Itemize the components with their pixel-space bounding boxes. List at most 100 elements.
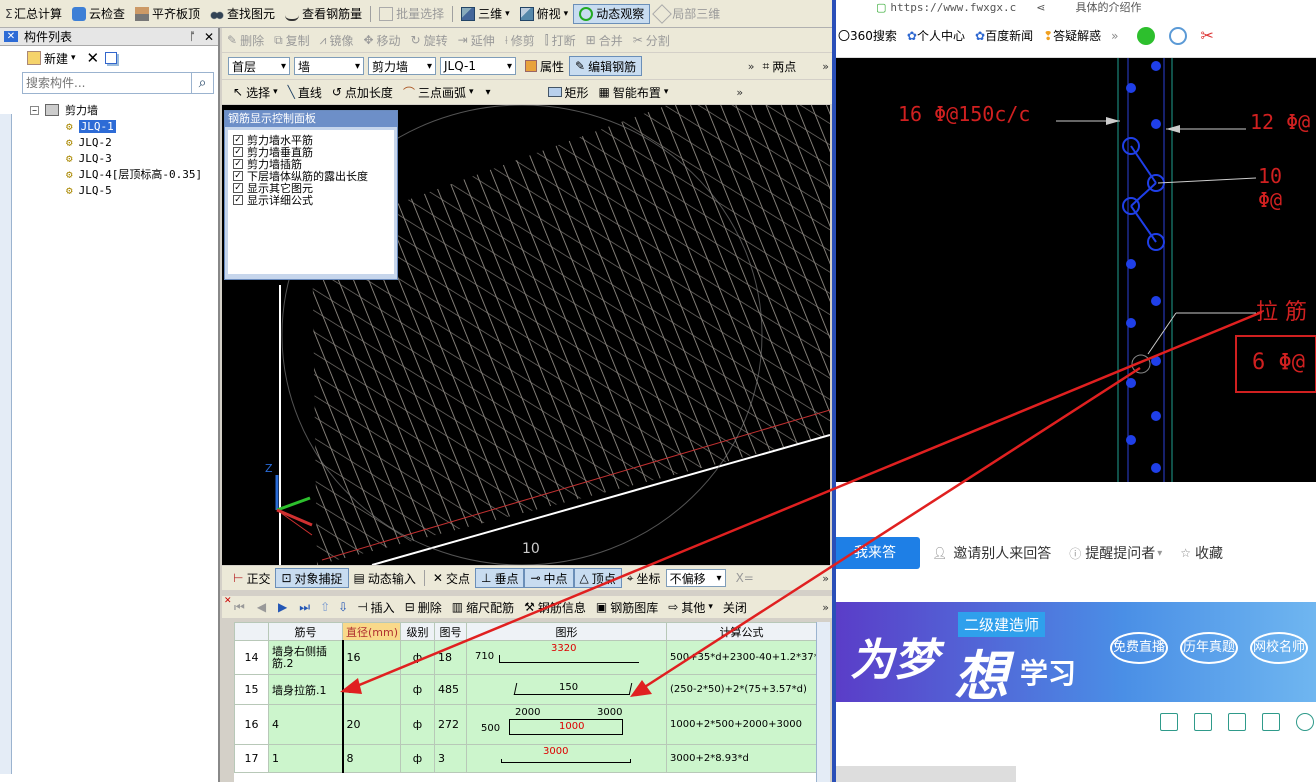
component-select[interactable]: JLQ-1 [440,57,516,75]
tree-item[interactable]: ⚙ JLQ-5 [30,182,218,198]
overflow-chevron-icon[interactable]: » [819,60,832,73]
top-view-button[interactable]: 俯视 ▾ [515,4,574,24]
point-length-button[interactable]: ↺ 点加长度 [327,82,398,102]
bookmark-item[interactable]: ✿百度新闻 [975,27,1033,44]
remind-link[interactable]: 提醒提问者 [1085,543,1155,563]
3d-view-button[interactable]: 三维 ▾ [456,4,515,24]
checkbox-checked-icon[interactable]: ✓ [233,135,243,145]
arc-option-select[interactable] [479,83,539,101]
two-points-button[interactable]: ⌗ 两点 [757,56,801,76]
trim-button[interactable]: ⟊ 修剪 [500,30,540,50]
perpendicular-button[interactable]: ⊥ 垂点 [474,568,525,588]
table-row[interactable]: 16 4 20 ф 272 2000 3000 500 1000 1000+2*… [234,704,817,745]
phone-icon[interactable] [1160,713,1178,731]
share-icon[interactable] [1262,713,1280,731]
save-icon[interactable] [1228,713,1246,731]
overflow-chevron-icon[interactable]: » [745,60,758,73]
rebar-library-button[interactable]: ▣ 钢筋图库 [591,597,663,617]
cell-grade[interactable]: ф [400,704,435,745]
ad-banner[interactable]: 二级建造师 为梦 想 学习 免费直播 历年真题 网校名师 [836,602,1316,708]
other-button[interactable]: ⇨ 其他 ▾ [663,597,718,617]
align-slab-top-button[interactable]: 平齐板顶 [130,4,205,24]
subtype-select[interactable]: 剪力墙 [368,57,436,75]
find-element-button[interactable]: 查找图元 [205,4,280,24]
cloud-check-button[interactable]: 云检查 [67,4,130,24]
grid-vertical-scrollbar[interactable] [816,622,830,782]
search-input[interactable] [22,72,192,94]
3d-viewport[interactable]: Z 10 钢筋显示控制面板 ✓ 剪力墙水平筋 ✓ 剪力墙垂直筋 ✓ 剪力墙插筋 ✓ 下层… [222,105,830,565]
next-record-icon[interactable]: ▶ [278,600,287,614]
edit-rebar-button[interactable]: ✎ 编辑钢筋 [569,56,643,76]
smart-layout-button[interactable]: ▦ 智能布置 ▾ [594,82,674,102]
dynamic-observe-button[interactable]: 动态观察 [573,3,651,24]
merge-button[interactable]: ⊞ 合并 [581,30,628,50]
midpoint-button[interactable]: ⊸ 中点 [524,568,574,588]
wechat-icon[interactable] [1136,26,1155,45]
cell-bar-name[interactable]: 1 [268,744,343,773]
checkbox-checked-icon[interactable]: ✓ [233,171,243,181]
rebar-info-button[interactable]: ⚒ 钢筋信息 [519,597,591,617]
cell-bar-name[interactable]: 4 [268,704,343,745]
floor-select[interactable]: 首层 [228,57,290,75]
close-small-icon[interactable]: ✕ [224,596,232,606]
move-up-icon[interactable]: ⇧ [320,600,330,614]
overflow-chevron-icon[interactable]: » [819,601,832,614]
vertex-button[interactable]: △ 顶点 [573,568,622,588]
bookmark-item[interactable]: ✿个人中心 [907,27,965,44]
bookmark-item[interactable]: 〇360搜索 [838,27,897,44]
offset-select[interactable]: 不偏移 [665,569,726,587]
rotate-button[interactable]: ↻ 旋转 [406,30,453,50]
close-icon[interactable]: ✕ [204,30,214,44]
cell-bar-name[interactable]: 墙身拉筋.1 [268,674,343,705]
bookmark-item[interactable]: ❢答疑解惑 [1043,27,1101,44]
col-formula[interactable]: 计算公式 [666,622,817,641]
batch-select-button[interactable]: 批量选择 [374,4,449,24]
option-show-formula[interactable]: ✓ 显示详细公式 [233,194,389,207]
checkbox-checked-icon[interactable]: ✓ [233,147,243,157]
select-button[interactable]: ↖ 选择 ▾ [228,82,283,102]
copy-icon[interactable] [105,52,118,64]
ortho-button[interactable]: ⊢ 正交 [228,568,275,588]
gear-icon[interactable] [1296,713,1314,731]
checkbox-checked-icon[interactable]: ✓ [233,159,243,169]
tree-root[interactable]: − 剪力墙 [30,102,218,118]
last-record-icon[interactable]: ⏭ [299,600,310,615]
scissors-icon[interactable]: ✂ [1201,26,1214,45]
move-button[interactable]: ✥ 移动 [358,30,405,50]
delete-button[interactable]: ✎ 删除 [222,30,269,50]
insert-button[interactable]: ⊣ 插入 [352,597,399,617]
tree-item[interactable]: ⚙ JLQ-4[层顶标高-0.35] [30,166,218,182]
col-bar-no[interactable]: 筋号 [268,622,343,641]
summary-calc-button[interactable]: Σ 汇总计算 [0,4,67,24]
col-diameter[interactable]: 直径(mm) [342,622,401,641]
tree-item[interactable]: ⚙ JLQ-2 [30,134,218,150]
banner-btn-live[interactable]: 免费直播 [1110,632,1168,664]
three-point-arc-button[interactable]: ⌒ 三点画弧 ▾ [398,82,479,102]
type-select[interactable]: 墙 [294,57,364,75]
copy-button[interactable]: ⧉ 复制 [269,30,315,50]
cell-grade[interactable]: ф [400,744,435,773]
new-component-button[interactable]: 新建 ▾ [22,48,81,68]
cell-fig-no[interactable]: 485 [434,674,467,705]
coordinate-button[interactable]: ⌖ 坐标 [622,568,666,588]
table-row[interactable]: 14 墙身右侧插筋.2 16 ф 18 710 3320 500+35*d+23… [234,640,817,675]
attribute-button[interactable]: 属性 [520,56,569,76]
cell-formula[interactable]: (250-2*50)+2*(75+3.57*d) [666,674,817,705]
url-text[interactable]: https://www.fwxgx.c [890,1,1016,14]
object-snap-button[interactable]: ⊡ 对象捕捉 [275,568,349,588]
cell-grade[interactable]: ф [400,674,435,705]
dynamic-input-button[interactable]: ▤ 动态输入 [349,568,421,588]
prev-record-icon[interactable]: ◀ [257,600,266,614]
table-row[interactable]: 15 墙身拉筋.1 6 ф 485 150 (250-2*50)+2*(75+3… [234,674,817,705]
cell-diameter[interactable]: 16 [341,640,401,675]
scale-rebar-button[interactable]: ▥ 缩尺配筋 [447,597,519,617]
split-button[interactable]: ✂ 分割 [628,30,675,50]
overflow-chevron-icon[interactable]: » [733,86,746,99]
tree-item[interactable]: ⚙ JLQ-1 [30,118,218,134]
local-3d-button[interactable]: 局部三维 [650,3,725,24]
cell-fig-no[interactable]: 3 [434,744,467,773]
more-bookmarks-icon[interactable]: » [1111,29,1118,43]
cell-formula[interactable]: 3000+2*8.93*d [666,744,817,773]
answer-button[interactable]: 我来答 [836,537,920,569]
checkbox-checked-icon[interactable]: ✓ [233,183,243,193]
